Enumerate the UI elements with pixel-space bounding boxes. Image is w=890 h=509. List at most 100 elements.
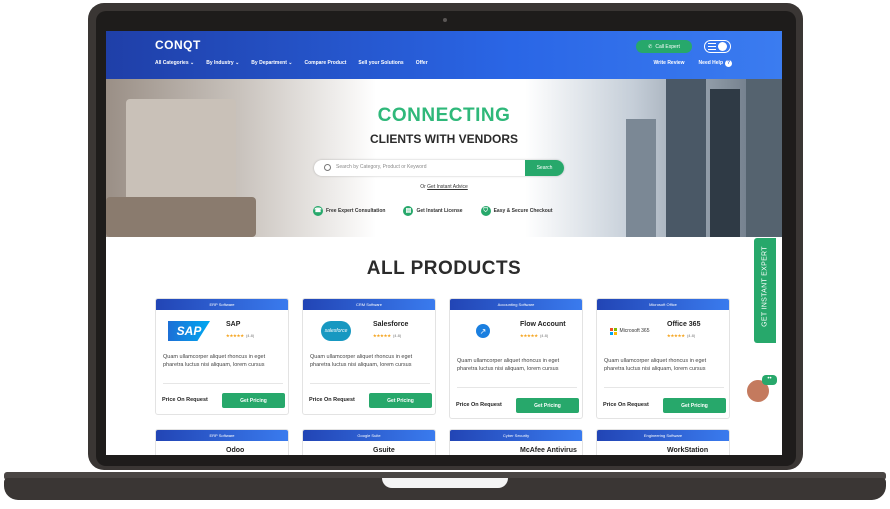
hero-subtitle: CLIENTS WITH VENDORS [369, 132, 518, 146]
card-category: Google Suite [303, 430, 435, 441]
account-menu-button[interactable] [704, 40, 731, 53]
feature-secure-checkout: ⛉ Easy & Secure Checkout [480, 206, 553, 216]
or-text: Or [420, 184, 426, 190]
salesforce-logo-text: salesforce [321, 321, 351, 341]
hero-banner: CONNECTING CLIENTS WITH VENDORS Search b… [106, 79, 782, 237]
product-description: Quam ullamcorper aliquet rhoncus in eget… [310, 354, 413, 368]
product-card[interactable]: ERP Software SAP SAP ★★★★★ (4.8) Quam ull… [155, 298, 289, 415]
stars: ★★★★★ [226, 333, 244, 338]
write-review-link[interactable]: Write Review [654, 60, 685, 67]
card-category: Cyber Security [450, 430, 582, 441]
product-name[interactable]: Salesforce [373, 321, 408, 328]
feature-label: Free Expert Consultation [326, 208, 386, 214]
help-icon: ? [725, 60, 732, 67]
microsoft-logo-icon: Microsoft 365 [607, 319, 653, 343]
price-label: Price On Request [162, 397, 208, 403]
divider [163, 383, 283, 384]
card-category: ERP Software [156, 299, 288, 310]
product-name[interactable]: Office 365 [667, 321, 700, 328]
search-icon [324, 164, 331, 171]
product-card[interactable]: ERP Software Odoo [155, 429, 289, 455]
product-card[interactable]: Engineering Software WorkStation [596, 429, 730, 455]
instant-expert-tab[interactable]: GET INSTANT EXPERT [754, 238, 776, 343]
product-name[interactable]: SAP [226, 321, 240, 328]
card-category: CRM Software [303, 299, 435, 310]
product-name[interactable]: McAfee Antivirus [520, 447, 577, 454]
divider [457, 387, 577, 388]
product-name[interactable]: Odoo [226, 447, 244, 454]
nav-all-categories[interactable]: All Categories ⌄ [155, 60, 194, 66]
call-expert-button[interactable]: ✆ Call Expert [636, 40, 692, 53]
card-category: Engineering Software [597, 430, 729, 441]
instant-expert-label: GET INSTANT EXPERT [761, 246, 769, 327]
divider [310, 383, 430, 384]
product-card[interactable]: Accounting Software ↗ Flow Account ★★★★★… [449, 298, 583, 419]
product-card[interactable]: CRM Software salesforce Salesforce ★★★★★… [302, 298, 436, 415]
microsoft-logo: Microsoft 365 [610, 327, 650, 335]
rating-value: (4.8) [686, 333, 696, 338]
flow-account-logo-icon: ↗ [460, 319, 506, 343]
search-bar[interactable]: Search by Category, Product or Keyword S… [314, 160, 564, 176]
card-category: ERP Software [156, 430, 288, 441]
price-label: Price On Request [603, 402, 649, 408]
product-card[interactable]: Google Suite Gsuite [302, 429, 436, 455]
top-navbar: CONQT ✆ Call Expert All Categories ⌄ By … [106, 31, 782, 79]
building-image [746, 79, 782, 237]
call-expert-label: Call Expert [655, 43, 680, 50]
product-card[interactable]: Microsoft Office Microsoft 365 Office 36… [596, 298, 730, 419]
nav-offer[interactable]: Offer [416, 60, 428, 66]
instant-advice-link[interactable]: Get Instant Advice [427, 184, 468, 190]
site-logo[interactable]: CONQT [155, 38, 201, 52]
feature-expert-consultation: ☎ Free Expert Consultation [313, 206, 385, 216]
product-description: Quam ullamcorper aliquet rhoncus in eget… [457, 358, 560, 372]
get-pricing-button[interactable]: Get Pricing [369, 393, 432, 408]
salesforce-logo-icon: salesforce [313, 319, 359, 343]
search-input[interactable]: Search by Category, Product or Keyword [336, 164, 427, 170]
get-pricing-button[interactable]: Get Pricing [663, 398, 726, 413]
product-name[interactable]: Flow Account [520, 321, 566, 328]
price-label: Price On Request [456, 402, 502, 408]
camera-icon [443, 18, 447, 22]
headset-icon: ☎ [313, 206, 323, 216]
stars: ★★★★★ [373, 333, 391, 338]
screen: CONQT ✆ Call Expert All Categories ⌄ By … [106, 31, 782, 455]
building-image [666, 79, 706, 237]
hero-features: ☎ Free Expert Consultation ▤ Get Instant… [313, 206, 553, 216]
nav-compare-product[interactable]: Compare Product [304, 60, 346, 66]
need-help-link[interactable]: Need Help? [699, 60, 732, 67]
get-pricing-button[interactable]: Get Pricing [222, 393, 285, 408]
feature-instant-license: ▤ Get Instant License [403, 206, 463, 216]
phone-icon: ✆ [648, 43, 653, 50]
instant-advice-row: Or Get Instant Advice [106, 184, 782, 190]
cart-icon: ⛉ [480, 206, 491, 216]
trend-icon: ↗ [476, 324, 490, 338]
divider [604, 387, 724, 388]
rating-stars: ★★★★★ (4.8) [667, 333, 695, 338]
rating-stars: ★★★★★ (4.8) [226, 333, 254, 338]
search-button[interactable]: Search [525, 160, 564, 176]
microsoft-logo-text: Microsoft 365 [619, 328, 650, 334]
chat-bubble-icon[interactable]: •• [762, 375, 777, 385]
sap-logo-text: SAP [168, 321, 210, 341]
rating-stars: ★★★★★ (4.8) [373, 333, 401, 338]
stars: ★★★★★ [667, 333, 685, 338]
card-category: Microsoft Office [597, 299, 729, 310]
product-name[interactable]: WorkStation [667, 447, 708, 454]
laptop-notch [382, 478, 508, 488]
nav-by-department[interactable]: By Department ⌄ [251, 60, 292, 66]
feature-label: Easy & Secure Checkout [493, 208, 553, 214]
feature-label: Get Instant License [416, 208, 463, 214]
rating-stars: ★★★★★ (4.8) [520, 333, 548, 338]
product-card[interactable]: Cyber Security McAfee Antivirus [449, 429, 583, 455]
rating-value: (4.8) [539, 333, 549, 338]
nav-by-industry[interactable]: By Industry ⌄ [206, 60, 239, 66]
product-name[interactable]: Gsuite [373, 447, 395, 454]
hero-photo-desk [106, 197, 256, 237]
sap-logo-icon: SAP [166, 319, 212, 343]
rating-value: (4.8) [245, 333, 255, 338]
rating-value: (4.8) [392, 333, 402, 338]
user-icon [718, 42, 727, 51]
product-description: Quam ullamcorper aliquet rhoncus in eget… [163, 354, 266, 368]
nav-sell-solutions[interactable]: Sell your Solutions [358, 60, 403, 66]
get-pricing-button[interactable]: Get Pricing [516, 398, 579, 413]
